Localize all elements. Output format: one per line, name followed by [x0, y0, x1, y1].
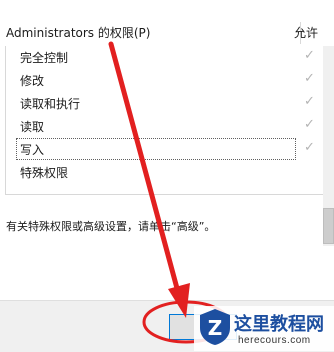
permission-label: 写入 — [20, 143, 45, 157]
permission-row-special[interactable]: 特殊权限 — [6, 161, 324, 183]
watermark-url: herecours.com — [238, 335, 311, 346]
watermark-logo-icon: Z — [200, 309, 230, 345]
allow-check-icon[interactable]: ✓ — [304, 94, 315, 109]
permission-row-read[interactable]: 读取 ✓ — [6, 115, 324, 137]
svg-text:Z: Z — [208, 316, 223, 340]
permissions-list: 完全控制 ✓ 修改 ✓ 读取和执行 ✓ 读取 ✓ 写入 ✓ 特殊权限 — [5, 46, 325, 195]
allow-column-header: 允许 — [294, 26, 319, 40]
allow-check-icon[interactable]: ✓ — [304, 140, 315, 155]
permission-label: 完全控制 — [20, 51, 69, 65]
permission-row-full-control[interactable]: 完全控制 ✓ — [6, 46, 324, 68]
allow-check-icon[interactable]: ✓ — [304, 117, 315, 132]
permission-row-modify[interactable]: 修改 ✓ — [6, 69, 324, 91]
permission-label: 读取和执行 — [20, 97, 81, 111]
watermark-name: 这里教程网 — [234, 314, 324, 335]
dialog-scrollbar-thumb[interactable] — [323, 208, 334, 244]
allow-check-icon[interactable]: ✓ — [304, 71, 315, 86]
permission-label: 特殊权限 — [20, 166, 69, 180]
permission-label: 读取 — [20, 120, 45, 134]
permissions-header: Administrators 的权限(P) 允许 — [0, 0, 334, 46]
watermark: Z 这里教程网 herecours.com — [194, 306, 334, 351]
advanced-settings-note: 有关特殊权限或高级设置，请单击“高级”。 — [6, 220, 216, 233]
permission-row-write[interactable]: 写入 ✓ — [6, 138, 324, 160]
permission-label: 修改 — [20, 74, 45, 88]
permission-row-read-execute[interactable]: 读取和执行 ✓ — [6, 92, 324, 114]
allow-check-icon[interactable]: ✓ — [304, 48, 315, 63]
permissions-title: Administrators 的权限(P) — [6, 26, 151, 40]
focus-rectangle — [16, 138, 296, 160]
